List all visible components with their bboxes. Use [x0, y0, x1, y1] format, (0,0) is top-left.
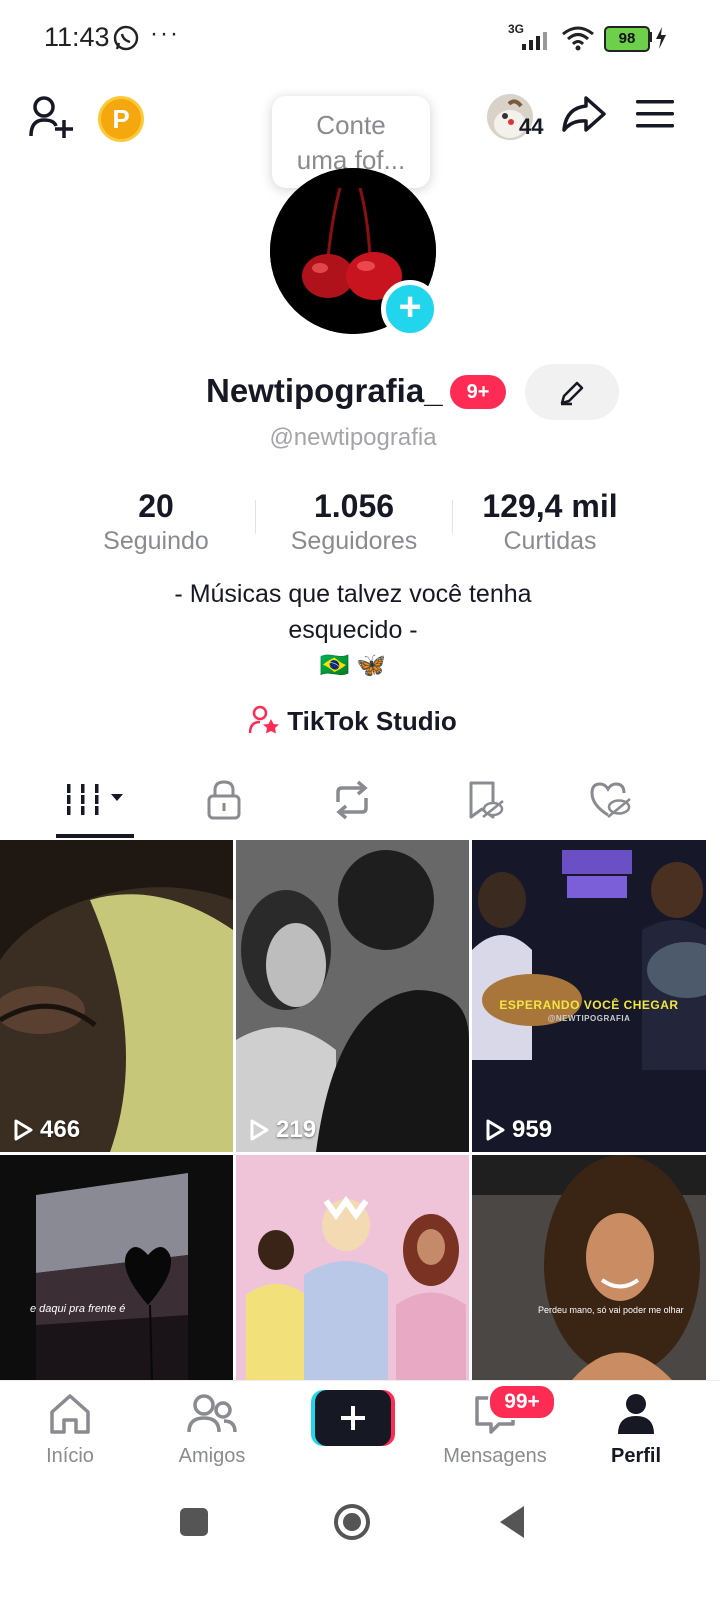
video-tile[interactable]: Perdeu mano, só vai poder me olhar: [472, 1155, 706, 1380]
video-caption: ESPERANDO VOCÊ CHEGAR: [499, 998, 679, 1012]
stat-following[interactable]: 20 Seguindo: [58, 488, 254, 556]
back-button[interactable]: [496, 1504, 528, 1540]
add-friend-icon[interactable]: [28, 94, 76, 140]
play-icon: [250, 1119, 269, 1141]
battery-indicator: 98: [604, 26, 650, 52]
tab-private[interactable]: [184, 774, 264, 826]
battery-tip: [648, 32, 652, 42]
stat-likes-value: 129,4 mil: [482, 488, 618, 524]
heart-hidden-icon: [590, 782, 631, 818]
studio-icon: [249, 705, 280, 734]
view-count: 466: [12, 1116, 80, 1144]
add-story-button[interactable]: +: [381, 280, 439, 338]
nav-friends[interactable]: Amigos: [152, 1392, 272, 1468]
tab-liked[interactable]: [570, 774, 650, 826]
view-count: 219: [248, 1116, 316, 1144]
nav-profile-label: Perfil: [610, 1445, 662, 1467]
note-text-line1: Conte: [316, 110, 386, 140]
grid-icon: [67, 784, 123, 815]
nav-home-label: Início: [46, 1445, 94, 1467]
video-tile[interactable]: ESPERANDO VOCÊ CHEGAR @NEWTIPOGRAFIA 959: [472, 840, 706, 1152]
bio-line-1: - Músicas que talvez você tenha: [174, 580, 532, 608]
create-button[interactable]: [311, 1390, 395, 1446]
coins-icon[interactable]: P: [98, 96, 144, 142]
play-icon: [486, 1119, 505, 1141]
video-tile[interactable]: 466: [0, 840, 233, 1152]
wifi-icon: [562, 26, 594, 51]
stat-followers-value: 1.056: [313, 488, 395, 524]
inbox-badge: 99+: [488, 1384, 556, 1420]
video-sub-caption: @NEWTIPOGRAFIA: [547, 1014, 631, 1023]
system-navigation-bar: [0, 1480, 720, 1600]
share-icon[interactable]: [560, 94, 608, 134]
video-thumbnail: [472, 840, 706, 1152]
lock-icon: [207, 780, 241, 820]
video-thumbnail: [0, 1155, 233, 1380]
stat-followers[interactable]: 1.056 Seguidores: [256, 488, 452, 556]
video-thumbnail: [0, 840, 233, 1152]
nav-inbox-label: Mensagens: [443, 1445, 547, 1467]
bio-line-2: esquecido -: [288, 616, 418, 644]
stat-following-label: Seguindo: [103, 527, 209, 555]
follow-requests-count: 44: [519, 114, 544, 139]
video-tile[interactable]: 219: [236, 840, 469, 1152]
bio-emojis: 🇧🇷 🦋: [319, 652, 387, 679]
nav-home[interactable]: Início: [10, 1392, 130, 1468]
signal-icon: [522, 32, 547, 50]
video-tile[interactable]: e daqui pra frente é: [0, 1155, 233, 1380]
tab-videos[interactable]: [54, 774, 134, 826]
video-thumbnail: [472, 1155, 706, 1380]
nav-profile[interactable]: Perfil: [576, 1392, 696, 1468]
profile-icon: [618, 1394, 654, 1434]
tab-favorites[interactable]: [444, 774, 524, 826]
tiktok-studio-label: TikTok Studio: [287, 706, 457, 736]
active-tab-indicator: [56, 834, 134, 838]
tiktok-studio-link[interactable]: TikTok Studio: [0, 705, 706, 737]
charging-icon: [656, 27, 666, 49]
plus-icon: [341, 1406, 365, 1430]
more-notifications-icon: ···: [150, 20, 180, 47]
stat-likes-label: Curtidas: [503, 527, 597, 555]
edit-profile-button[interactable]: [525, 364, 619, 420]
home-icon: [50, 1394, 90, 1434]
view-count: 959: [484, 1116, 552, 1144]
recents-button[interactable]: [180, 1508, 208, 1536]
home-system-button[interactable]: [332, 1502, 372, 1542]
friends-icon: [187, 1394, 237, 1433]
repost-icon: [336, 780, 368, 820]
nav-friends-label: Amigos: [178, 1445, 246, 1467]
stat-likes[interactable]: 129,4 mil Curtidas: [452, 488, 648, 556]
stat-followers-label: Seguidores: [290, 527, 418, 555]
whatsapp-icon: [113, 25, 139, 51]
play-icon: [14, 1119, 33, 1141]
status-bar: 11:43 ··· 3G 98: [0, 0, 720, 76]
pencil-icon: [560, 381, 584, 406]
video-caption: Perdeu mano, só vai poder me olhar: [538, 1305, 684, 1315]
name-badge[interactable]: 9+: [450, 375, 506, 409]
bookmark-hidden-icon: [469, 781, 504, 819]
video-caption: e daqui pra frente é: [30, 1303, 126, 1315]
video-thumbnail: [236, 840, 469, 1152]
tab-reposts[interactable]: [312, 774, 392, 826]
username-handle: @newtipografia: [269, 424, 437, 451]
video-tile[interactable]: [236, 1155, 469, 1380]
menu-icon[interactable]: [634, 98, 676, 130]
stat-following-value: 20: [138, 488, 174, 524]
status-time: 11:43: [44, 22, 110, 52]
display-name: Newtipografia_: [206, 372, 443, 409]
video-thumbnail: [236, 1155, 469, 1380]
